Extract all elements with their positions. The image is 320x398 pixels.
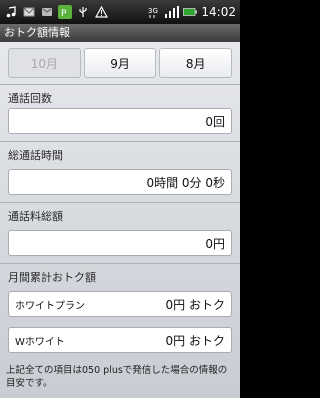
battery-icon xyxy=(183,5,198,19)
w-white-value: 0円 おトク xyxy=(165,333,225,348)
w-white-row: Wホワイト 0円 おトク xyxy=(8,327,232,353)
signal-icon xyxy=(165,5,180,19)
svg-text:3G: 3G xyxy=(148,7,158,15)
page-title: おトク額情報 xyxy=(0,24,240,42)
monthly-savings-label: 月間累計おトク額 xyxy=(8,271,96,284)
divider xyxy=(0,141,240,142)
call-count-field: 0回 xyxy=(8,108,232,134)
usb-icon xyxy=(76,5,90,19)
month-tabs: 10月 9月 8月 xyxy=(8,48,233,78)
status-icons-right: 3G 14:02 xyxy=(147,5,236,19)
call-time-field: 0時間 0分 0秒 xyxy=(8,169,232,195)
message-icon xyxy=(22,5,36,19)
music-icon xyxy=(4,5,18,19)
white-plan-value: 0円 おトク xyxy=(165,297,225,312)
mail-icon xyxy=(40,5,54,19)
tab-october: 10月 xyxy=(8,48,81,78)
w-white-name: Wホワイト xyxy=(15,336,65,348)
app-icon: P xyxy=(58,5,72,19)
status-icons-left: P xyxy=(4,5,108,19)
footnote: 上記全ての項目は050 plusで発信した場合の情報の目安です。 xyxy=(6,365,228,389)
tab-september[interactable]: 9月 xyxy=(83,48,157,78)
content-area: 10月 9月 8月 通話回数 0回 総通話時間 0時間 0分 0秒 通話料総額 … xyxy=(0,42,240,398)
call-fee-field: 0円 xyxy=(8,230,232,256)
network-type: 3G xyxy=(147,5,161,19)
divider xyxy=(0,202,240,203)
white-plan-row: ホワイトプラン 0円 おトク xyxy=(8,291,232,317)
divider xyxy=(0,263,240,264)
call-count-label: 通話回数 xyxy=(8,92,52,105)
tab-august[interactable]: 8月 xyxy=(159,48,233,78)
warning-icon xyxy=(94,5,108,19)
status-time: 14:02 xyxy=(201,5,236,19)
svg-text:P: P xyxy=(61,9,67,19)
divider xyxy=(0,84,240,85)
call-time-label: 総通話時間 xyxy=(8,149,63,162)
white-plan-name: ホワイトプラン xyxy=(15,300,85,312)
status-bar: P 3G 14:02 xyxy=(0,0,240,24)
call-fee-label: 通話料総額 xyxy=(8,210,63,223)
